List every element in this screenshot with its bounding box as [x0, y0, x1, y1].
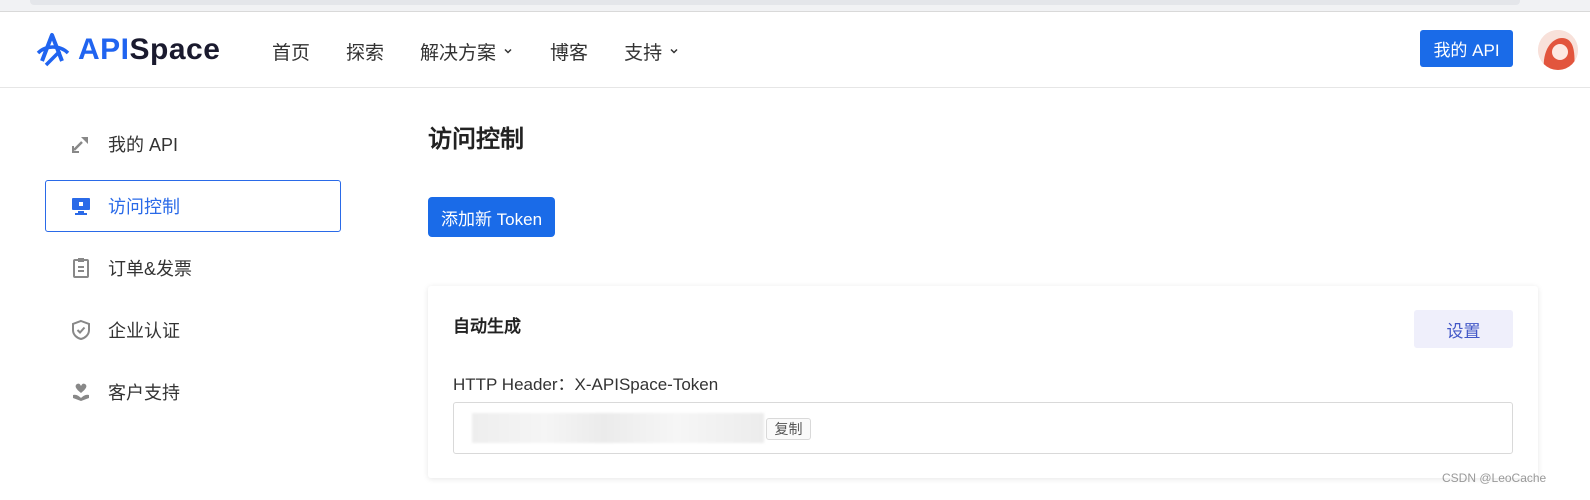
clipboard-icon	[70, 257, 92, 279]
monitor-icon	[70, 195, 92, 217]
watermark: CSDN @LeoCache	[1442, 471, 1547, 485]
apispace-logo[interactable]: APISpace	[34, 30, 220, 70]
logo-space-text: Space	[129, 33, 221, 66]
sidebar-item-label: 访问控制	[108, 197, 180, 217]
settings-button[interactable]: 设置	[1414, 310, 1513, 348]
chevron-down-icon	[670, 48, 678, 54]
sidebar-item-my-api[interactable]: 我的 API	[45, 118, 341, 170]
sidebar-item-label: 企业认证	[108, 321, 180, 341]
nav-label: 首页	[272, 42, 311, 64]
nav-label: 支持	[624, 42, 663, 64]
main-content: 访问控制 添加新 Token 自动生成 设置 HTTP Header：X-API…	[428, 118, 1538, 478]
transfer-icon	[70, 133, 92, 155]
nav-item-blog[interactable]: 博客	[550, 36, 588, 66]
heart-hand-icon	[70, 381, 92, 403]
avatar-image	[1538, 30, 1578, 70]
nav-label: 解决方案	[420, 42, 497, 64]
logo-api-text: API	[78, 33, 130, 66]
browser-top-strip	[0, 0, 1590, 12]
logo-text: APISpace	[78, 33, 220, 67]
sidebar-item-enterprise-verification[interactable]: 企业认证	[45, 304, 341, 356]
token-field[interactable]: 复制	[453, 402, 1513, 454]
nav-label: 探索	[346, 42, 385, 64]
avatar[interactable]	[1538, 30, 1578, 70]
nav-label: 博客	[550, 42, 589, 64]
nav-item-support[interactable]: 支持	[624, 36, 680, 66]
shield-check-icon	[70, 319, 92, 341]
token-card: 自动生成 设置 HTTP Header：X-APISpace-Token 复制	[428, 286, 1538, 478]
sidebar-item-access-control[interactable]: 访问控制	[45, 180, 341, 232]
card-title: 自动生成	[453, 317, 521, 336]
browser-scroll-bar	[30, 0, 1520, 5]
sidebar-item-label: 客户支持	[108, 383, 180, 403]
nav-item-explore[interactable]: 探索	[346, 36, 384, 66]
sidebar-item-label: 我的 API	[108, 135, 179, 155]
sidebar-item-customer-support[interactable]: 客户支持	[45, 366, 341, 418]
sidebar-item-label: 订单&发票	[108, 259, 193, 279]
nav-item-solutions[interactable]: 解决方案	[420, 36, 514, 66]
chevron-down-icon	[504, 48, 512, 54]
main-nav: 首页 探索 解决方案 博客 支持	[272, 36, 716, 66]
my-api-button[interactable]: 我的 API	[1420, 30, 1513, 67]
sidebar-item-orders-invoices[interactable]: 订单&发票	[45, 242, 341, 294]
token-value-redacted	[472, 413, 764, 443]
http-header-label: HTTP Header：X-APISpace-Token	[453, 375, 719, 394]
logo-icon	[36, 33, 70, 67]
add-token-button[interactable]: 添加新 Token	[428, 197, 555, 237]
top-header: APISpace 首页 探索 解决方案 博客 支持 我的 API	[0, 12, 1590, 88]
page-title: 访问控制	[428, 126, 524, 153]
sidebar: 我的 API 访问控制 订单&发票 企业认证 客户支持	[45, 118, 341, 428]
nav-item-home[interactable]: 首页	[272, 36, 310, 66]
copy-button[interactable]: 复制	[766, 418, 811, 440]
